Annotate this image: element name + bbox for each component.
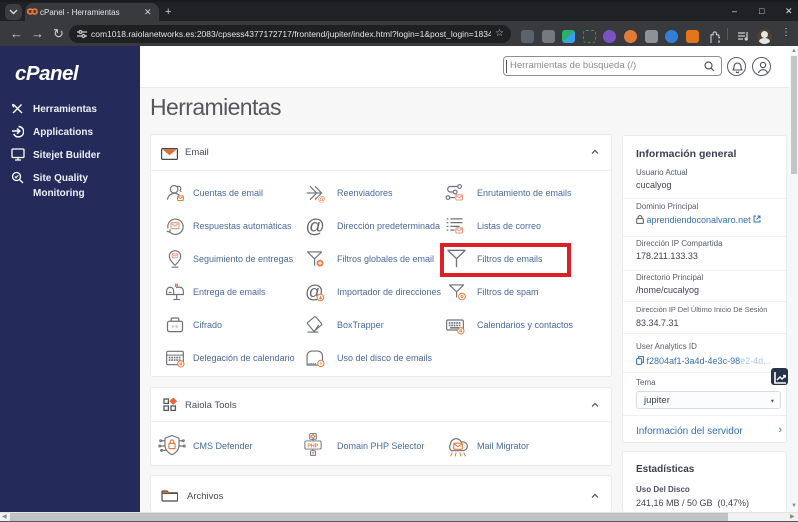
svg-text:PHP: PHP	[307, 443, 318, 449]
svg-text:@: @	[318, 194, 325, 203]
svg-text:@: @	[305, 216, 324, 236]
